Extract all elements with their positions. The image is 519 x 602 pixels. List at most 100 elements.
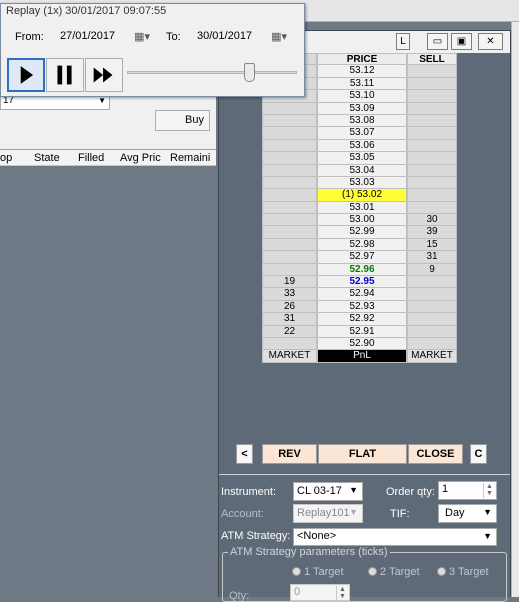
buy-cell[interactable] <box>262 337 317 351</box>
minimize-button[interactable]: ▭ <box>427 33 448 50</box>
sell-cell[interactable] <box>407 276 457 289</box>
price-cell[interactable]: 52.96 <box>317 263 407 277</box>
account-select[interactable]: Replay101 ▼ <box>293 504 363 523</box>
radio-2-target[interactable]: 2 Target <box>368 566 420 578</box>
sell-cell[interactable]: 15 <box>407 238 457 252</box>
price-cell[interactable]: 52.90 <box>317 337 407 351</box>
buy-cell[interactable]: 19 <box>262 276 317 289</box>
price-cell[interactable]: (1) 53.02 <box>317 189 407 202</box>
price-cell[interactable]: 53.07 <box>317 127 407 140</box>
buy-market-button[interactable]: MARKET <box>262 350 317 363</box>
sell-cell[interactable] <box>407 337 457 351</box>
close-position-button[interactable]: CLOSE <box>408 444 463 464</box>
price-cell[interactable]: 52.95 <box>317 276 407 289</box>
order-qty-stepper[interactable]: 1 ▲ ▼ <box>438 481 497 500</box>
price-cell[interactable]: 52.91 <box>317 325 407 338</box>
sell-cell[interactable] <box>407 102 457 115</box>
buy-cell[interactable] <box>262 238 317 252</box>
flatten-button[interactable]: FLAT <box>318 444 407 464</box>
buy-cell[interactable] <box>262 251 317 264</box>
price-cell[interactable]: 53.08 <box>317 114 407 128</box>
sell-cell[interactable] <box>407 288 457 301</box>
price-cell[interactable]: 53.04 <box>317 164 407 177</box>
price-cell[interactable]: 53.10 <box>317 90 407 103</box>
buy-cell[interactable] <box>262 263 317 277</box>
buy-cell[interactable] <box>262 214 317 227</box>
price-cell[interactable]: 53.00 <box>317 214 407 227</box>
sell-cell[interactable]: 30 <box>407 214 457 227</box>
buy-cell[interactable] <box>262 189 317 202</box>
speed-slider-track[interactable] <box>127 71 297 74</box>
pnl-display[interactable]: PnL <box>317 350 407 363</box>
price-cell[interactable]: 52.92 <box>317 313 407 326</box>
column-header-stop[interactable]: op <box>0 152 30 164</box>
calendar-icon[interactable]: ▦▾ <box>271 30 287 43</box>
sell-cell[interactable] <box>407 90 457 103</box>
sell-cell[interactable] <box>407 313 457 326</box>
buy-cell[interactable] <box>262 114 317 128</box>
link-button[interactable]: L <box>396 33 410 50</box>
maximize-button[interactable]: ▣ <box>451 33 472 50</box>
price-cell[interactable]: 53.12 <box>317 65 407 78</box>
stepper-arrows-icon[interactable]: ▲ ▼ <box>336 586 348 601</box>
column-header-avg-price[interactable]: Avg Pric <box>116 152 166 164</box>
price-cell[interactable]: 53.05 <box>317 152 407 165</box>
sell-cell[interactable] <box>407 300 457 314</box>
price-cell[interactable]: 52.98 <box>317 238 407 252</box>
buy-cell[interactable]: 31 <box>262 313 317 326</box>
sell-cell[interactable]: 31 <box>407 251 457 264</box>
radio-1-target[interactable]: 1 Target <box>292 566 344 578</box>
center-button[interactable]: C <box>470 444 487 464</box>
buy-button[interactable]: Buy <box>155 110 210 131</box>
price-cell[interactable]: 53.01 <box>317 201 407 215</box>
buy-cell[interactable] <box>262 102 317 115</box>
price-cell[interactable]: 52.97 <box>317 251 407 264</box>
sell-cell[interactable] <box>407 164 457 177</box>
close-button[interactable]: ✕ <box>478 33 503 50</box>
sell-cell[interactable] <box>407 325 457 338</box>
fast-forward-button[interactable] <box>85 58 123 92</box>
sell-cell[interactable] <box>407 77 457 91</box>
qty-stepper[interactable]: 0 ▲ ▼ <box>290 584 350 601</box>
tif-select[interactable]: Day ▼ <box>438 504 497 523</box>
price-cell[interactable]: 53.09 <box>317 102 407 115</box>
buy-cell[interactable] <box>262 226 317 239</box>
buy-cell[interactable] <box>262 164 317 177</box>
buy-cell[interactable] <box>262 139 317 153</box>
sell-cell[interactable] <box>407 176 457 190</box>
price-cell[interactable]: 52.99 <box>317 226 407 239</box>
column-header-state[interactable]: State <box>30 152 74 164</box>
atm-strategy-select[interactable]: <None> ▼ <box>293 528 497 546</box>
buy-cell[interactable]: 33 <box>262 288 317 301</box>
price-cell[interactable]: 53.03 <box>317 176 407 190</box>
from-date-picker[interactable]: 27/01/2017 ▦▾ <box>60 29 152 47</box>
price-cell[interactable]: 53.06 <box>317 139 407 153</box>
price-cell[interactable]: 52.93 <box>317 300 407 314</box>
calendar-icon[interactable]: ▦▾ <box>134 30 150 43</box>
speed-slider-thumb[interactable] <box>243 63 255 82</box>
sell-cell[interactable] <box>407 152 457 165</box>
reverse-button[interactable]: REV <box>262 444 317 464</box>
sell-cell[interactable]: 9 <box>407 263 457 277</box>
instrument-select[interactable]: CL 03-17 ▼ <box>293 482 363 501</box>
to-date-picker[interactable]: 30/01/2017 ▦▾ <box>197 29 289 47</box>
buy-cell[interactable] <box>262 201 317 215</box>
play-button[interactable] <box>7 58 45 92</box>
sell-cell[interactable] <box>407 114 457 128</box>
sell-cell[interactable] <box>407 189 457 202</box>
sell-cell[interactable] <box>407 127 457 140</box>
buy-cell[interactable] <box>262 176 317 190</box>
radio-3-target[interactable]: 3 Target <box>437 566 489 578</box>
buy-cell[interactable] <box>262 152 317 165</box>
stepper-arrows-icon[interactable]: ▲ ▼ <box>483 483 495 498</box>
price-cell[interactable]: 52.94 <box>317 288 407 301</box>
sell-cell[interactable]: 39 <box>407 226 457 239</box>
sell-cell[interactable] <box>407 65 457 78</box>
buy-cell[interactable] <box>262 127 317 140</box>
sell-market-button[interactable]: MARKET <box>407 350 457 363</box>
price-cell[interactable]: 53.11 <box>317 77 407 91</box>
sell-cell[interactable] <box>407 139 457 153</box>
sell-cell[interactable] <box>407 201 457 215</box>
pause-button[interactable] <box>46 58 84 92</box>
column-header-filled[interactable]: Filled <box>74 152 116 164</box>
